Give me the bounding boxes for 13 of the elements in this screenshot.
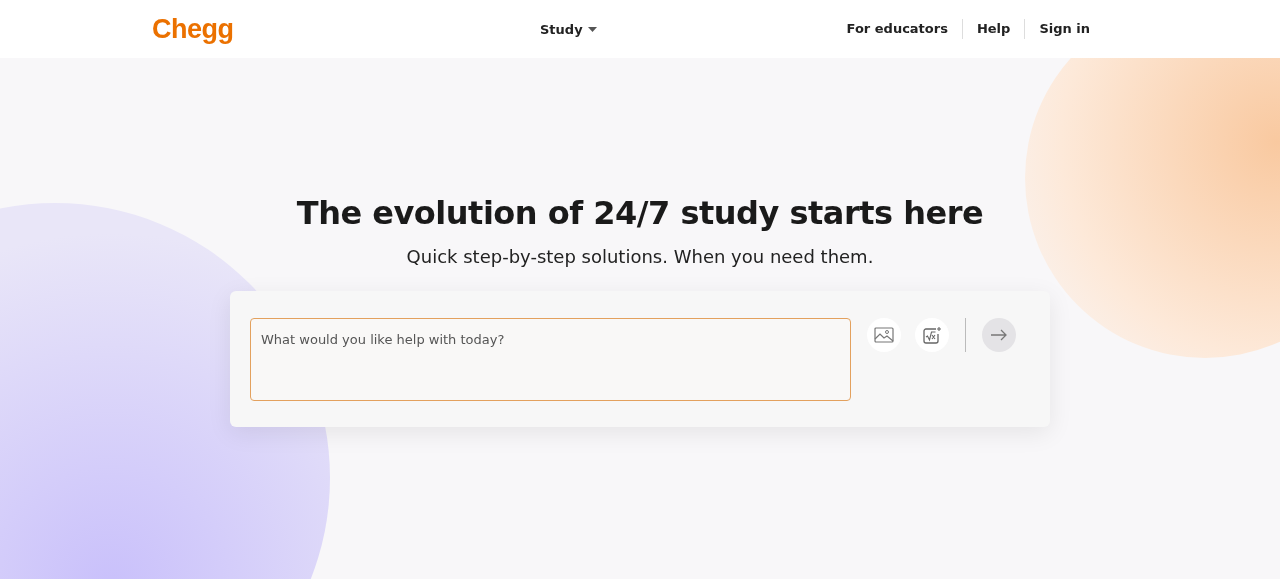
arrow-right-icon — [990, 329, 1008, 341]
nav-link[interactable]: Sign in — [1024, 19, 1104, 39]
nav-link[interactable]: Help — [961, 19, 1025, 39]
study-menu[interactable]: Study — [540, 21, 597, 37]
hero-title: The evolution of 24/7 study starts here — [296, 194, 984, 232]
nav-link[interactable]: For educators — [832, 19, 962, 39]
image-upload-button[interactable] — [867, 318, 901, 352]
question-field[interactable]: What would you like help with today? — [250, 318, 851, 401]
math-input-button[interactable] — [915, 318, 949, 352]
submit-button[interactable] — [982, 318, 1016, 352]
hero-subtitle: Quick step-by-step solutions. When you need them. — [406, 246, 874, 267]
image-icon — [874, 327, 894, 343]
square-root-icon — [922, 326, 942, 344]
